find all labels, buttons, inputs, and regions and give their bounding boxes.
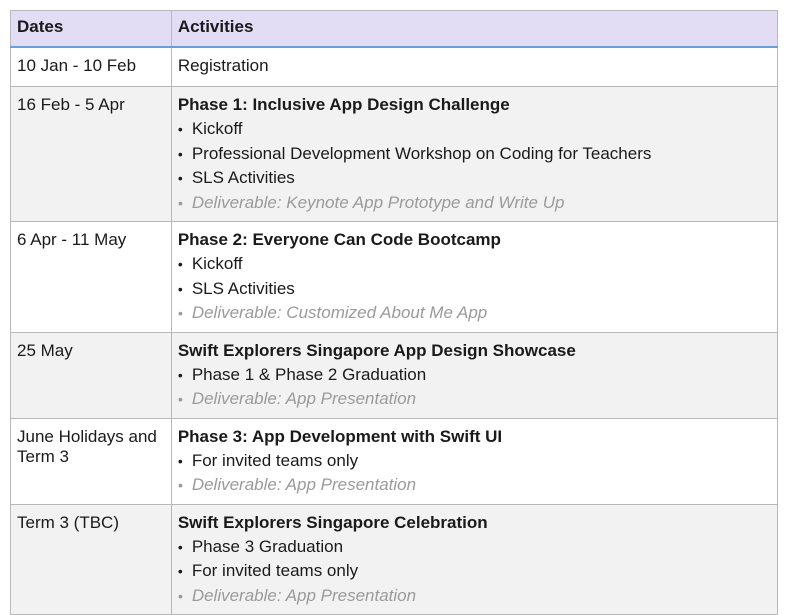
table-body: 10 Jan - 10 Feb Registration 16 Feb - 5 …: [10, 46, 779, 615]
date-cell: 6 Apr - 11 May: [10, 221, 172, 333]
table-row: Term 3 (TBC) Swift Explorers Singapore C…: [10, 503, 779, 615]
date-cell: 10 Jan - 10 Feb: [10, 46, 172, 87]
activity-cell: Swift Explorers Singapore Celebration Ph…: [170, 503, 779, 615]
table-row: 16 Feb - 5 Apr Phase 1: Inclusive App De…: [10, 86, 779, 222]
deliverable-item: Deliverable: App Presentation: [178, 473, 771, 498]
activity-list: For invited teams only Deliverable: App …: [178, 449, 771, 498]
phase-title: Swift Explorers Singapore Celebration: [177, 512, 488, 532]
deliverable-item: Deliverable: App Presentation: [178, 387, 771, 412]
header-row: Dates Activities: [10, 10, 779, 48]
date-text: Term 3 (TBC): [17, 512, 119, 532]
date-text: 25 May: [17, 340, 73, 360]
table-row: 10 Jan - 10 Feb Registration: [10, 46, 779, 87]
date-text: 16 Feb - 5 Apr: [17, 95, 125, 114]
deliverable-item: Deliverable: Keynote App Prototype and W…: [178, 191, 771, 216]
date-cell: Term 3 (TBC): [10, 503, 172, 615]
activity-cell: Phase 2: Everyone Can Code Bootcamp Kick…: [170, 221, 779, 333]
list-item: SLS Activities: [178, 166, 771, 191]
header-dates: Dates: [10, 10, 172, 48]
date-text: June Holidays and Term 3: [17, 426, 157, 466]
table-row: 6 Apr - 11 May Phase 2: Everyone Can Cod…: [10, 221, 779, 333]
phase-title: Swift Explorers Singapore App Design Sho…: [177, 340, 576, 360]
activity-cell: Registration: [170, 46, 779, 87]
activity-cell: Phase 3: App Development with Swift UI F…: [170, 417, 779, 505]
date-cell: June Holidays and Term 3: [10, 417, 172, 505]
activity-list: Phase 3 Graduation For invited teams onl…: [178, 535, 771, 609]
activity-cell: Swift Explorers Singapore App Design Sho…: [170, 331, 779, 419]
table-row: June Holidays and Term 3 Phase 3: App De…: [10, 417, 779, 505]
list-item: SLS Activities: [178, 277, 771, 302]
deliverable-item: Deliverable: Customized About Me App: [178, 301, 771, 326]
list-item: Phase 3 Graduation: [178, 535, 771, 560]
schedule-table: Dates Activities 10 Jan - 10 Feb Registr…: [10, 10, 779, 615]
list-item: Phase 1 & Phase 2 Graduation: [178, 363, 771, 388]
deliverable-item: Deliverable: App Presentation: [178, 584, 771, 609]
date-cell: 25 May: [10, 331, 172, 419]
list-item: For invited teams only: [178, 449, 771, 474]
phase-title: Phase 2: Everyone Can Code Bootcamp: [177, 230, 501, 249]
table-row: 25 May Swift Explorers Singapore App Des…: [10, 331, 779, 419]
list-item: Kickoff: [178, 252, 771, 277]
list-item: For invited teams only: [178, 559, 771, 584]
date-text: 6 Apr - 11 May: [17, 230, 127, 249]
date-text: 10 Jan - 10 Feb: [17, 56, 137, 75]
list-item: Kickoff: [178, 117, 771, 142]
list-item: Professional Development Workshop on Cod…: [178, 142, 771, 167]
activity-list: Kickoff SLS Activities Deliverable: Cust…: [178, 252, 771, 326]
phase-title: Phase 3: App Development with Swift UI: [177, 426, 503, 446]
activity-cell: Phase 1: Inclusive App Design Challenge …: [170, 86, 779, 222]
phase-title: Phase 1: Inclusive App Design Challenge: [177, 95, 510, 114]
activity-text: Registration: [177, 56, 269, 75]
activity-list: Kickoff Professional Development Worksho…: [178, 117, 771, 215]
activity-list: Phase 1 & Phase 2 Graduation Deliverable…: [178, 363, 771, 412]
header-activities: Activities: [170, 10, 779, 48]
date-cell: 16 Feb - 5 Apr: [10, 86, 172, 222]
table-header: Dates Activities: [10, 10, 779, 48]
